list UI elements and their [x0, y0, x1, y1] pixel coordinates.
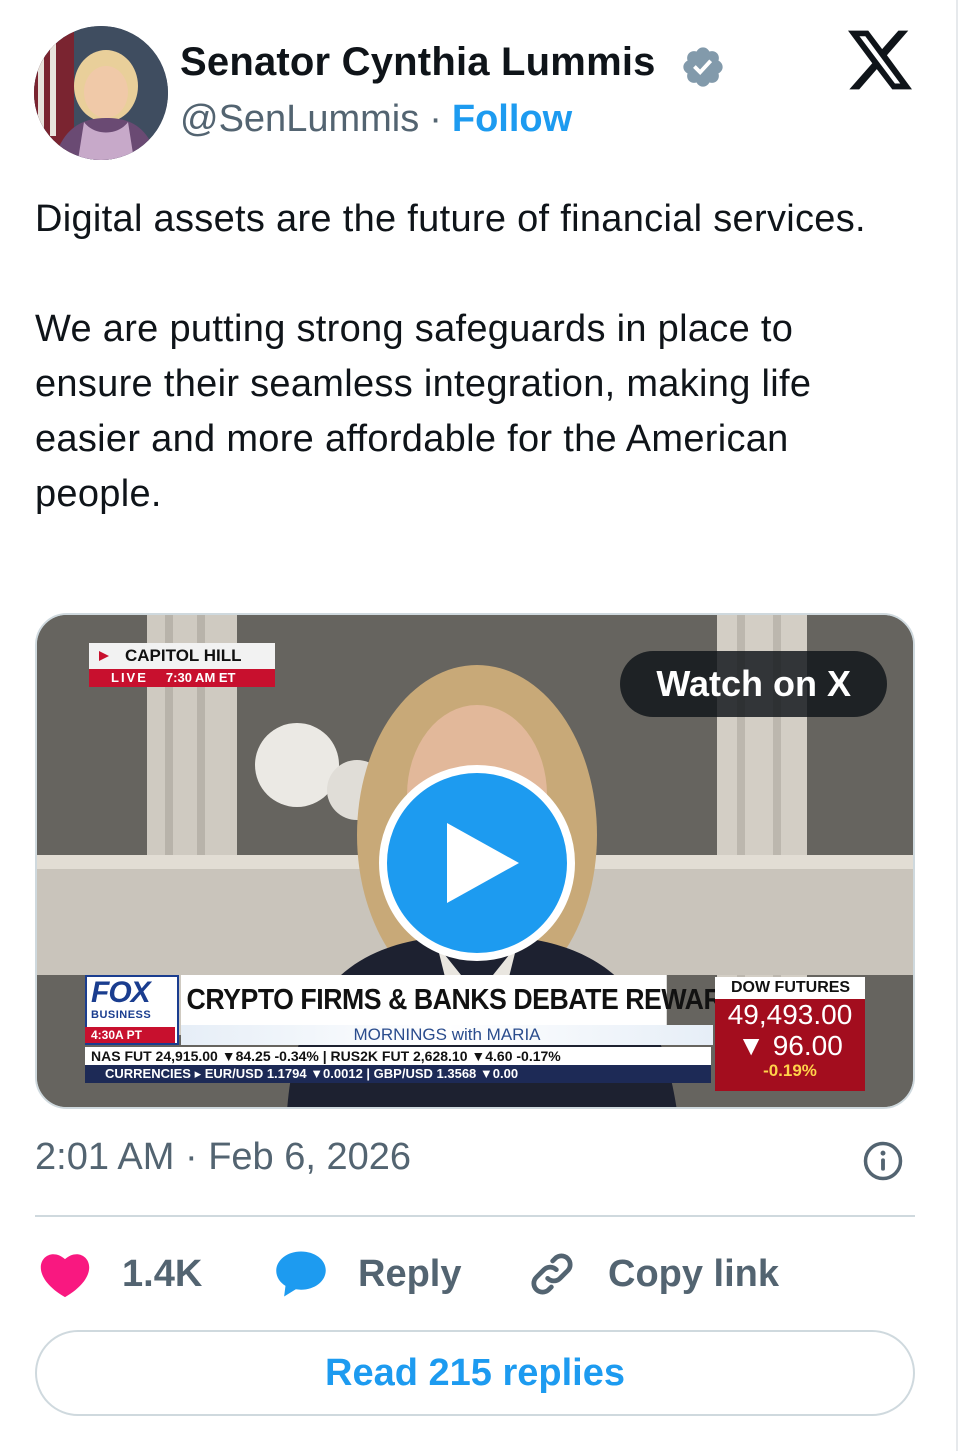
tweet-embed-card: Senator Cynthia Lummis @SenLummis · Follow… [0, 0, 958, 1451]
author-avatar[interactable] [34, 26, 168, 160]
live-time: 7:30 AM ET [165, 670, 236, 685]
location-label: CAPITOL HILL [89, 643, 275, 669]
info-icon[interactable] [862, 1140, 904, 1182]
tweet-paragraph-2: We are putting strong safeguards in plac… [35, 308, 812, 515]
network-sub-text: BUSINESS [91, 1009, 152, 1021]
live-label: LIVE [111, 670, 148, 685]
heart-icon [40, 1254, 90, 1298]
link-icon [531, 1253, 573, 1295]
x-logo-icon[interactable] [848, 30, 912, 90]
reply-button[interactable]: Reply [274, 1248, 461, 1300]
copy-link-label: Copy link [608, 1252, 780, 1295]
market-ticker-2: CURRENCIES ▸ EUR/USD 1.1794 ▼0.0012 | GB… [85, 1065, 711, 1083]
reply-label: Reply [358, 1252, 462, 1295]
news-chyron: FOX BUSINESS 4:30A PT CRYPTO FIRMS & BAN… [85, 975, 867, 1093]
reply-bubble-icon [276, 1251, 326, 1297]
author-handle-row: @SenLummis · Follow [180, 98, 572, 141]
tweet-timestamp[interactable]: 2:01 AM · Feb 6, 2026 [35, 1136, 411, 1179]
local-time: 4:30A PT [85, 1027, 175, 1043]
like-button[interactable]: 1.4K [38, 1248, 202, 1300]
verified-badge-icon [683, 47, 723, 87]
author-name[interactable]: Senator Cynthia Lummis [180, 40, 656, 85]
show-name: MORNINGS with MARIA [181, 1025, 713, 1045]
dow-value: 49,493.00 [727, 999, 853, 1030]
network-logo-text: FOX [91, 976, 151, 1009]
tweet-text: Digital assets are the future of financi… [35, 192, 915, 522]
market-ticker-1: NAS FUT 24,915.00 ▼84.25 -0.34% | RUS2K … [85, 1047, 711, 1065]
divider [35, 1215, 915, 1217]
read-replies-button[interactable]: Read 215 replies [35, 1330, 915, 1416]
dow-futures-box: DOW FUTURES 49,493.00 ▼ 96.00 -0.19% [715, 977, 865, 1091]
separator-dot: · [429, 98, 442, 140]
play-icon [447, 823, 519, 903]
author-handle[interactable]: @SenLummis [180, 98, 419, 140]
follow-button[interactable]: Follow [452, 98, 572, 140]
play-button[interactable] [379, 765, 575, 961]
video-thumbnail[interactable]: CAPITOL HILL LIVE 7:30 AM ET Watch on X F… [35, 613, 915, 1109]
location-bug: CAPITOL HILL LIVE 7:30 AM ET [89, 643, 275, 687]
like-count: 1.4K [122, 1252, 203, 1295]
copy-link-button[interactable]: Copy link [526, 1248, 779, 1300]
dow-percent: -0.19% [763, 1061, 817, 1080]
tweet-paragraph-1: Digital assets are the future of financi… [35, 198, 866, 240]
live-bar: LIVE 7:30 AM ET [89, 669, 275, 687]
dow-label: DOW FUTURES [715, 977, 865, 999]
chyron-headline: CRYPTO FIRMS & BANKS DEBATE REWARDS [181, 975, 759, 1025]
watch-on-x-button[interactable]: Watch on X [620, 651, 887, 717]
dow-change: ▼ 96.00 [737, 1030, 843, 1061]
